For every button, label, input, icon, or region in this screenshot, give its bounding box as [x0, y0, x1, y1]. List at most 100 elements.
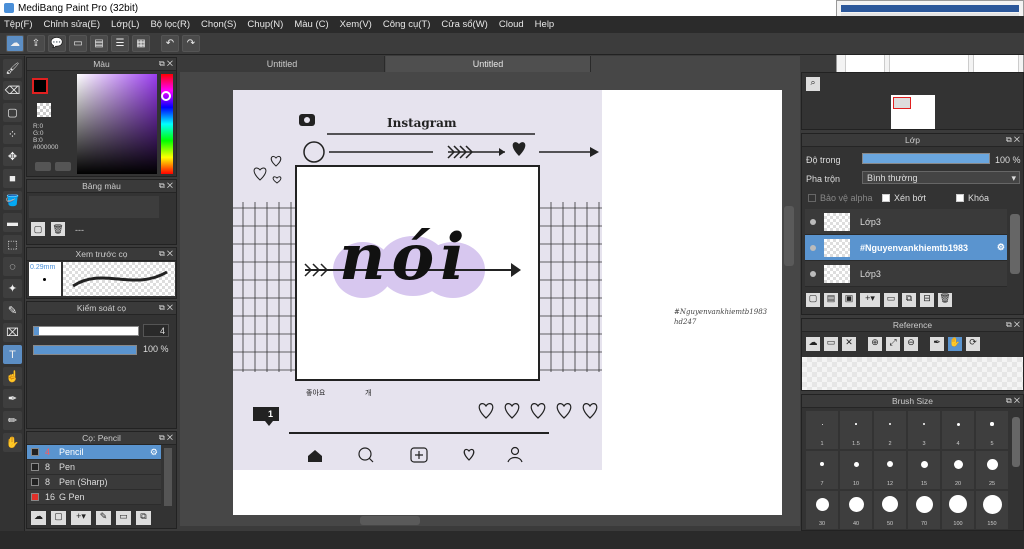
cloud-icon[interactable]: ☁ [6, 35, 24, 52]
brush-size-option[interactable]: 12 [874, 451, 906, 489]
brush-list-scrollbar[interactable] [164, 448, 172, 506]
share-icon[interactable]: ⇪ [27, 35, 45, 52]
eyedropper-icon[interactable]: ✒ [930, 337, 944, 351]
brush-size-option[interactable]: 150 [976, 491, 1008, 529]
brush-opacity-slider[interactable] [33, 345, 137, 355]
brush-size-option[interactable]: 2 [874, 411, 906, 449]
navigator-thumbnail[interactable] [891, 95, 935, 129]
open-reference-icon[interactable]: ▭ [824, 337, 838, 351]
new-brush-icon[interactable]: ▢ [51, 511, 66, 525]
layer-opacity-slider[interactable] [862, 153, 990, 164]
duplicate-brush-icon[interactable]: ⧉ [136, 511, 151, 525]
reference-view[interactable] [802, 357, 1023, 390]
brush-item-pen[interactable]: 8 Pen [27, 460, 161, 475]
edit-brush-icon[interactable]: ✎ [96, 511, 111, 525]
brush-tool-icon[interactable]: 🖌 [3, 59, 22, 78]
chat-icon[interactable]: ▭ [69, 35, 87, 52]
menu-layer[interactable]: Lớp(L) [111, 19, 139, 30]
gear-icon[interactable]: ⚙ [150, 447, 158, 458]
brush-size-option[interactable]: 40 [840, 491, 872, 529]
panel-close-icon[interactable]: ⧉ ✕ [1006, 320, 1020, 330]
menu-select[interactable]: Chọn(S) [201, 19, 236, 30]
zoom-icon[interactable]: ⌕ [806, 77, 820, 91]
eye-icon[interactable] [810, 270, 816, 277]
hue-slider[interactable] [161, 74, 173, 174]
merge-layer-icon[interactable]: ⊟ [920, 293, 934, 307]
operation-tool-icon[interactable]: ☝ [3, 367, 22, 386]
undo-icon[interactable]: ↶ [161, 35, 179, 52]
vertical-scrollbar[interactable] [784, 206, 794, 266]
hue-slider-handle[interactable] [161, 91, 171, 101]
text-tool-icon[interactable]: T [3, 345, 22, 364]
menu-file[interactable]: Tệp(F) [4, 19, 33, 30]
fill-rect-tool-icon[interactable]: ■ [3, 169, 22, 188]
brush-size-scrollbar[interactable] [1012, 417, 1020, 467]
layer-list-scrollbar[interactable] [1010, 214, 1020, 274]
new-layer-icon[interactable]: ▢ [806, 293, 820, 307]
eye-icon[interactable] [810, 244, 816, 251]
select-eraser-tool-icon[interactable]: ⌧ [3, 323, 22, 342]
redo-icon[interactable]: ↷ [182, 35, 200, 52]
menu-help[interactable]: Help [535, 19, 555, 30]
brush-size-option[interactable]: 10 [840, 451, 872, 489]
menu-edit[interactable]: Chỉnh sửa(E) [44, 19, 101, 30]
saturation-value-picker[interactable] [77, 74, 157, 174]
palette-swatch-area[interactable] [29, 196, 159, 218]
brush-size-option[interactable]: 4 [942, 411, 974, 449]
menu-cloud[interactable]: Cloud [499, 19, 524, 30]
gear-icon[interactable]: ⚙ [997, 242, 1005, 253]
panel-close-icon[interactable]: ⧉ ✕ [159, 433, 173, 443]
panel-close-icon[interactable]: ⧉ ✕ [159, 181, 173, 191]
brush-size-option[interactable]: 70 [908, 491, 940, 529]
panel-close-icon[interactable]: ⧉ ✕ [1006, 135, 1020, 145]
move-tool-icon[interactable]: ✥ [3, 147, 22, 166]
rectangle-tool-icon[interactable]: ▢ [3, 103, 22, 122]
delete-layer-icon[interactable]: 🗑 [938, 293, 952, 307]
grid-icon[interactable]: ▦ [132, 35, 150, 52]
brush-size-option[interactable]: 5 [976, 411, 1008, 449]
close-reference-icon[interactable]: ✕ [842, 337, 856, 351]
cloud-reference-icon[interactable]: ☁ [806, 337, 820, 351]
brush-size-option[interactable]: 25 [976, 451, 1008, 489]
menu-filter[interactable]: Bộ lọc(R) [150, 19, 190, 30]
panel-close-icon[interactable]: ⧉ ✕ [159, 249, 173, 259]
zoom-out-icon[interactable]: ⊖ [904, 337, 918, 351]
select-rect-tool-icon[interactable]: ⬚ [3, 235, 22, 254]
brush-size-option[interactable]: 100 [942, 491, 974, 529]
brush-size-option[interactable]: 1 [806, 411, 838, 449]
tab-untitled-1[interactable]: Untitled [180, 56, 385, 72]
zoom-in-icon[interactable]: ⊕ [868, 337, 882, 351]
color-mode-button[interactable] [35, 162, 51, 171]
brush-size-option[interactable]: 3 [908, 411, 940, 449]
lock-checkbox[interactable]: Khóa [956, 193, 989, 203]
menu-capture[interactable]: Chụp(N) [247, 19, 283, 30]
menu-tools[interactable]: Công cụ(T) [383, 19, 431, 30]
add-palette-icon[interactable]: ▢ [31, 222, 45, 236]
hand-icon[interactable]: ✋ [948, 337, 962, 351]
magic-wand-tool-icon[interactable]: ✦ [3, 279, 22, 298]
lasso-tool-icon[interactable]: ◌ [3, 257, 22, 276]
folder-icon[interactable]: ▭ [884, 293, 898, 307]
brush-size-option[interactable]: 7 [806, 451, 838, 489]
new-halftone-layer-icon[interactable]: ▤ [824, 293, 838, 307]
menu-window[interactable]: Cửa sổ(W) [441, 19, 487, 30]
bucket-tool-icon[interactable]: 🪣 [3, 191, 22, 210]
brush-size-option[interactable]: 30 [806, 491, 838, 529]
gradient-tool-icon[interactable]: ▬ [3, 213, 22, 232]
eyedropper-tool-icon[interactable]: ✒ [3, 389, 22, 408]
cloud-brush-icon[interactable]: ☁ [31, 511, 46, 525]
new-1bit-layer-icon[interactable]: ▣ [842, 293, 856, 307]
eye-icon[interactable] [810, 218, 816, 225]
add-brush-icon[interactable]: +▾ [71, 511, 91, 525]
document-icon[interactable]: ▤ [90, 35, 108, 52]
menu-view[interactable]: Xem(V) [340, 19, 372, 30]
brush-item-pen-sharp[interactable]: 8 Pen (Sharp) [27, 475, 161, 490]
brush-size-value[interactable]: 4 [143, 324, 169, 337]
brush-item-pencil[interactable]: 4 Pencil ⚙ [27, 445, 161, 460]
layer-row[interactable]: Lớp3 [805, 209, 1007, 235]
brush-size-option[interactable]: 20 [942, 451, 974, 489]
protect-alpha-checkbox[interactable]: Bảo vệ alpha [808, 193, 873, 203]
clipping-checkbox[interactable]: Xén bớt [882, 193, 926, 203]
horizontal-scrollbar[interactable] [360, 516, 420, 525]
delete-palette-icon[interactable]: 🗑 [51, 222, 65, 236]
